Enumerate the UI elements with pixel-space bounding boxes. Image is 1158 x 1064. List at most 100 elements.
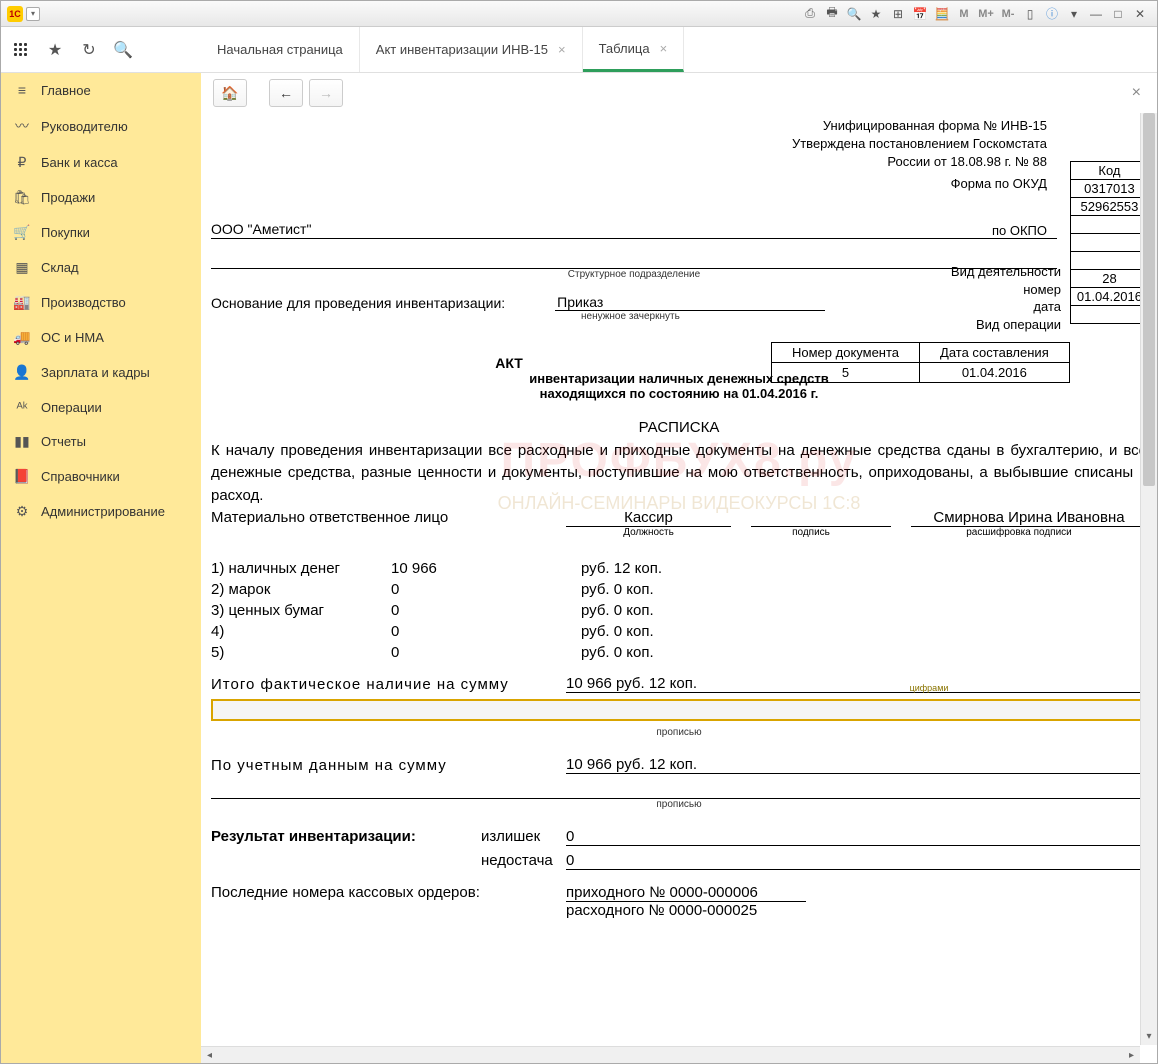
back-button[interactable]: ←	[269, 79, 303, 107]
scroll-left-icon[interactable]: ◂	[201, 1047, 218, 1063]
body-text: К началу проведения инвентаризации все р…	[211, 440, 1147, 508]
tab-home[interactable]: Начальная страница	[201, 27, 360, 72]
document-area[interactable]: ПРОФБУХ8.ру ОНЛАЙН-СЕМИНАРЫ ВИДЕОКУРСЫ 1…	[201, 113, 1157, 929]
memory-mminus-icon[interactable]: M-	[999, 5, 1017, 23]
boxes-icon: ▦	[13, 259, 31, 276]
sidebar-item-label: Зарплата и кадры	[41, 365, 150, 380]
act-title: АКТ	[211, 355, 807, 371]
total-fact-row: Итого фактическое наличие на сумму 10 96…	[211, 673, 1147, 695]
factory-icon: 🏭	[13, 294, 31, 311]
panel-icon[interactable]: ⊞	[889, 5, 907, 23]
close-window-button[interactable]: ✕	[1129, 5, 1151, 23]
sidebar-item-label: Администрирование	[41, 504, 165, 519]
tab-close-icon[interactable]: ×	[660, 41, 668, 56]
print-preview-icon[interactable]: ⎙	[801, 5, 819, 23]
raspiska-title: РАСПИСКА	[211, 419, 1147, 436]
navbar: 🏠 ← → ×	[201, 73, 1157, 113]
result-surplus-row: Результат инвентаризации: излишек 0	[211, 828, 1147, 846]
sidebar-item-operations[interactable]: ᴬᵏОперации	[1, 390, 201, 424]
maximize-button[interactable]: □	[1107, 5, 1129, 23]
search-doc-icon[interactable]: 🔍	[845, 5, 863, 23]
propis-label-2: прописью	[211, 799, 1147, 810]
horizontal-scrollbar[interactable]: ◂ ▸	[201, 1046, 1140, 1063]
sidebar-item-label: Руководителю	[41, 119, 128, 134]
sidebar-item-main[interactable]: ≡Главное	[1, 73, 201, 107]
sidebar-item-label: Покупки	[41, 225, 90, 240]
selected-cell[interactable]	[211, 699, 1147, 721]
cart-icon: 🛒	[13, 224, 31, 241]
home-button[interactable]: 🏠	[213, 79, 247, 107]
cash-rows: 1) наличных денег10 966руб. 12 коп. 2) м…	[211, 558, 1147, 663]
history-icon[interactable]: ↻	[79, 40, 99, 60]
mol-row: Материально ответственное лицо Кассир См…	[211, 509, 1147, 527]
star-icon[interactable]: ★	[45, 40, 65, 60]
sidebar-item-purchases[interactable]: 🛒 Покупки	[1, 215, 201, 250]
vertical-scrollbar[interactable]: ▴ ▾	[1140, 113, 1157, 1045]
truck-icon: 🚚	[13, 329, 31, 346]
search-icon[interactable]: 🔍	[113, 40, 133, 60]
sidebar-item-label: Банк и касса	[41, 155, 118, 170]
sidebar-item-bank[interactable]: ₽ Банк и касса	[1, 145, 201, 180]
tab-table[interactable]: Таблица ×	[583, 27, 685, 72]
sidebar-item-admin[interactable]: ⚙ Администрирование	[1, 494, 201, 529]
tab-label: Начальная страница	[217, 42, 343, 57]
tabbar: ★ ↻ 🔍 Начальная страница Акт инвентариза…	[1, 27, 1157, 73]
sidebar-item-catalogs[interactable]: 📕Справочники	[1, 459, 201, 494]
tab-close-icon[interactable]: ×	[558, 42, 566, 57]
sidebar-item-assets[interactable]: 🚚 ОС и НМА	[1, 320, 201, 355]
close-tab-button[interactable]: ×	[1128, 80, 1145, 106]
sidebar-item-label: Продажи	[41, 190, 95, 205]
favorite-icon[interactable]: ★	[867, 5, 885, 23]
sidebar-item-warehouse[interactable]: ▦ Склад	[1, 250, 201, 285]
sidebar: ≡Главное 〰 Руководителю ₽ Банк и касса 🛍Пр…	[1, 73, 201, 1063]
info-dropdown-icon[interactable]: ▾	[1065, 5, 1083, 23]
titlebar: 1С ▾ ⎙ 🖶 🔍 ★ ⊞ 📅 🧮 M M+ M- ▯ ⓘ ▾ — □ ✕	[1, 1, 1157, 27]
gear-icon: ⚙	[13, 503, 31, 520]
struct-label: Структурное подразделение	[211, 269, 1057, 280]
person-icon: 👤	[13, 364, 31, 381]
calculator-icon[interactable]: 🧮	[933, 5, 951, 23]
scroll-right-icon[interactable]: ▸	[1123, 1047, 1140, 1063]
cash-row: 1) наличных денег10 966руб. 12 коп.	[211, 558, 1147, 579]
strike-note: ненужное зачеркнуть	[581, 311, 851, 322]
calendar-icon[interactable]: 📅	[911, 5, 929, 23]
scroll-down-icon[interactable]: ▾	[1141, 1028, 1157, 1045]
form-header: Унифицированная форма № ИНВ-15 Утвержден…	[211, 117, 1047, 172]
app-menu-dropdown[interactable]: ▾	[26, 7, 40, 21]
forward-button[interactable]: →	[309, 79, 343, 107]
orders-income-row: Последние номера кассовых ордеров: прихо…	[211, 884, 1147, 902]
book-row: По учетным данным на сумму 10 966 руб. 1…	[211, 754, 1147, 776]
act-sub2: находящихся по состоянию на 01.04.2016 г…	[211, 386, 1147, 401]
ruble-icon: ₽	[13, 154, 31, 171]
sidebar-item-manager[interactable]: 〰 Руководителю	[1, 107, 201, 145]
tab-label: Таблица	[599, 41, 650, 56]
book-icon: 📕	[13, 468, 31, 485]
minimize-button[interactable]: —	[1085, 5, 1107, 23]
cash-row: 5)0руб. 0 коп.	[211, 642, 1147, 663]
sidebar-item-label: Склад	[41, 260, 79, 275]
apps-grid-icon[interactable]	[11, 40, 31, 60]
scroll-thumb[interactable]	[1143, 113, 1155, 486]
ops-icon: ᴬᵏ	[13, 399, 31, 415]
layout-icon[interactable]: ▯	[1021, 5, 1039, 23]
right-labels: Вид деятельности номер дата Вид операции	[951, 263, 1061, 333]
tab-act-inv15[interactable]: Акт инвентаризации ИНВ-15 ×	[360, 27, 583, 72]
sidebar-item-label: ОС и НМА	[41, 330, 104, 345]
orders-expense-row: расходного № 0000-000025	[211, 902, 1147, 919]
menu-icon: ≡	[13, 82, 31, 98]
print-icon[interactable]: 🖶	[823, 5, 841, 23]
sidebar-item-salary[interactable]: 👤 Зарплата и кадры	[1, 355, 201, 390]
memory-m-icon[interactable]: M	[955, 5, 973, 23]
cash-row: 3) ценных бумаг0руб. 0 коп.	[211, 600, 1147, 621]
sidebar-item-sales[interactable]: 🛍Продажи	[1, 180, 201, 215]
tab-label: Акт инвентаризации ИНВ-15	[376, 42, 548, 57]
sidebar-item-production[interactable]: 🏭Производство	[1, 285, 201, 320]
info-icon[interactable]: ⓘ	[1043, 5, 1061, 23]
sidebar-item-reports[interactable]: ▮▮Отчеты	[1, 424, 201, 459]
sidebar-item-label: Отчеты	[41, 434, 86, 449]
basis-row: Основание для проведения инвентаризации:…	[211, 294, 1007, 311]
okpo-label: по ОКПО	[211, 223, 1047, 238]
memory-mplus-icon[interactable]: M+	[977, 5, 995, 23]
app-icon: 1С	[7, 6, 23, 22]
chart-icon: 〰	[13, 116, 31, 136]
